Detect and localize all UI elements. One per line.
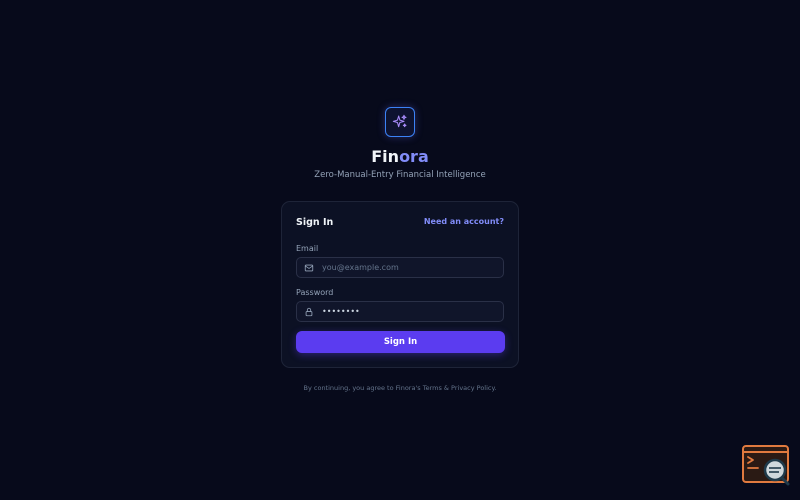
sign-in-card: Sign In Need an account? Email Password: [281, 201, 519, 368]
lock-icon: [304, 307, 314, 317]
email-label: Email: [296, 244, 319, 253]
brand-name-part1: Fin: [371, 147, 400, 166]
brand-name-part2: ora: [399, 147, 429, 166]
brand-tagline: Zero-Manual-Entry Financial Intelligence: [314, 170, 486, 180]
card-title: Sign In: [296, 217, 334, 228]
login-page: Finora Zero-Manual-Entry Financial Intel…: [0, 0, 800, 500]
sparkles-icon: [392, 114, 407, 128]
need-account-link[interactable]: Need an account?: [424, 217, 504, 226]
sign-in-button[interactable]: Sign In: [296, 331, 505, 353]
email-field-wrapper: [296, 257, 504, 278]
password-label: Password: [296, 288, 334, 297]
password-field[interactable]: [322, 307, 497, 316]
mail-icon: [304, 263, 314, 273]
email-field[interactable]: [322, 263, 497, 272]
app-logo: [385, 107, 415, 137]
terminal-search-icon[interactable]: [742, 445, 790, 486]
password-field-wrapper: [296, 301, 504, 322]
brand-name: Finora: [0, 146, 800, 168]
legal-text: By continuing, you agree to Finora's Ter…: [303, 384, 497, 392]
